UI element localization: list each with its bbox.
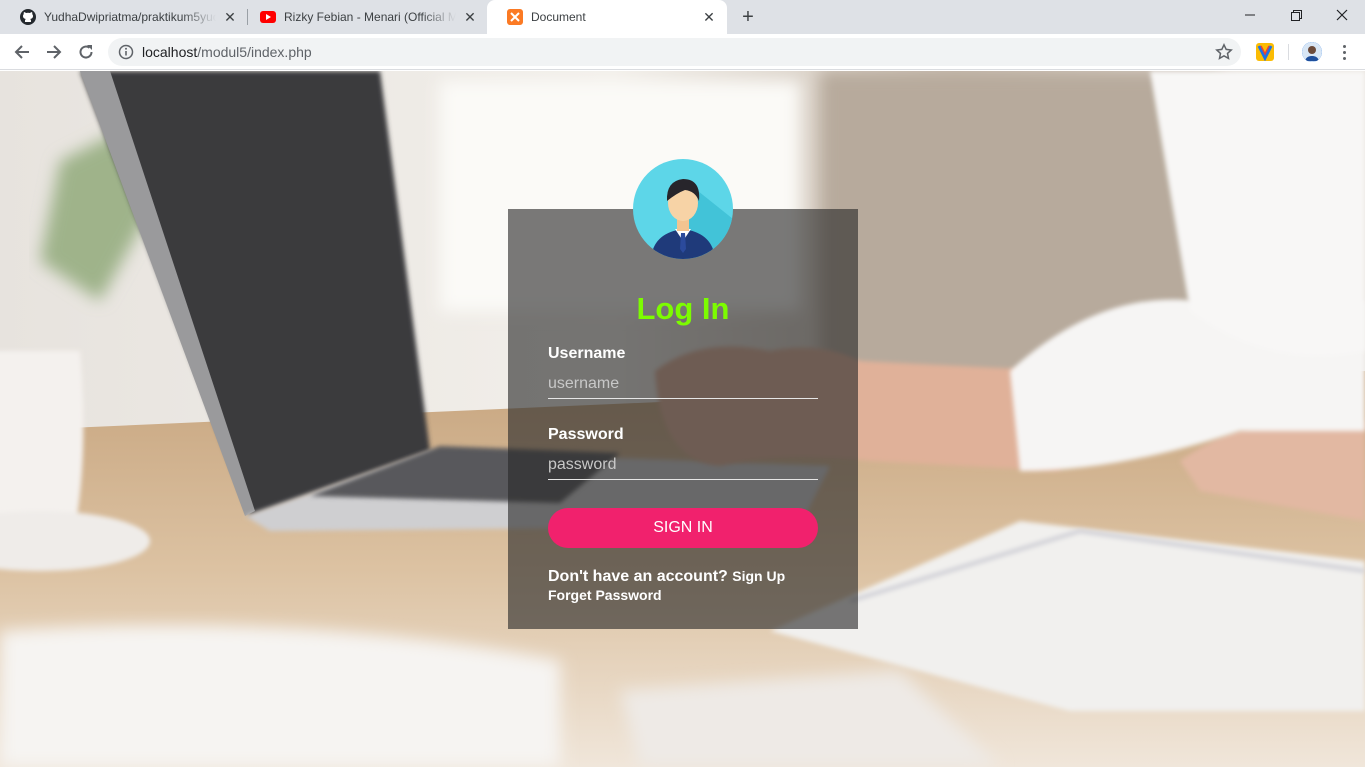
tab-youtube[interactable]: Rizky Febian - Menari (Official M ✕ [240,0,488,34]
browser-tab-strip: YudhaDwipriatma/praktikum5yuc ✕ Rizky Fe… [0,0,1365,34]
reload-button[interactable] [72,38,100,66]
no-account-text: Don't have an account? [548,568,728,585]
browser-menu-icon[interactable] [1336,42,1352,62]
close-icon [1336,9,1348,21]
username-label: Username [548,345,626,362]
login-card: Log In Username Password SIGN IN Don't h… [508,159,858,629]
site-info-icon[interactable] [118,44,134,60]
back-arrow-icon [14,45,29,59]
url-host: localhost [142,44,198,60]
new-tab-button[interactable]: + [736,5,760,29]
close-tab-icon[interactable]: ✕ [222,9,238,25]
forgot-password-row: Forget Password [548,587,662,605]
minimize-window-button[interactable] [1227,0,1273,30]
restore-window-button[interactable] [1273,0,1319,30]
back-button[interactable] [8,38,36,66]
url-text[interactable]: localhost/modul5/index.php [142,44,312,60]
user-avatar-icon [633,159,733,259]
profile-avatar[interactable] [1302,42,1322,62]
close-window-button[interactable] [1319,0,1365,30]
signup-prompt: Don't have an account? Sign Up [548,568,785,586]
forward-button[interactable] [40,38,68,66]
tab-title: Rizky Febian - Menari (Official M [284,10,456,24]
xampp-icon [507,9,523,25]
reload-icon [79,45,93,59]
bookmark-star-icon[interactable] [1215,43,1233,61]
close-tab-icon[interactable]: ✕ [701,9,717,25]
profile-icon [1302,42,1322,62]
url-path: /modul5/index.php [197,44,312,60]
browser-toolbar: localhost/modul5/index.php [0,34,1365,70]
toolbar-divider [1288,44,1289,60]
sign-in-button[interactable]: SIGN IN [548,508,818,548]
tab-title: YudhaDwipriatma/praktikum5yuc [44,10,216,24]
address-bar[interactable]: localhost/modul5/index.php [108,38,1241,66]
youtube-icon [260,9,276,25]
page-viewport: Log In Username Password SIGN IN Don't h… [0,71,1365,767]
restore-icon [1290,9,1302,21]
github-icon [20,9,36,25]
tab-document[interactable]: Document ✕ [487,0,727,34]
tab-github[interactable]: YudhaDwipriatma/praktikum5yuc ✕ [0,0,248,34]
forward-arrow-icon [47,45,62,59]
login-title: Log In [636,291,730,326]
sign-up-link[interactable]: Sign Up [732,568,785,584]
minimize-icon [1245,14,1255,16]
extension-v-icon[interactable] [1256,43,1274,61]
username-input[interactable] [548,369,818,399]
forget-password-link[interactable]: Forget Password [548,587,662,603]
tab-title: Document [531,10,586,24]
password-label: Password [548,426,624,443]
password-input[interactable] [548,450,818,480]
close-tab-icon[interactable]: ✕ [462,9,478,25]
